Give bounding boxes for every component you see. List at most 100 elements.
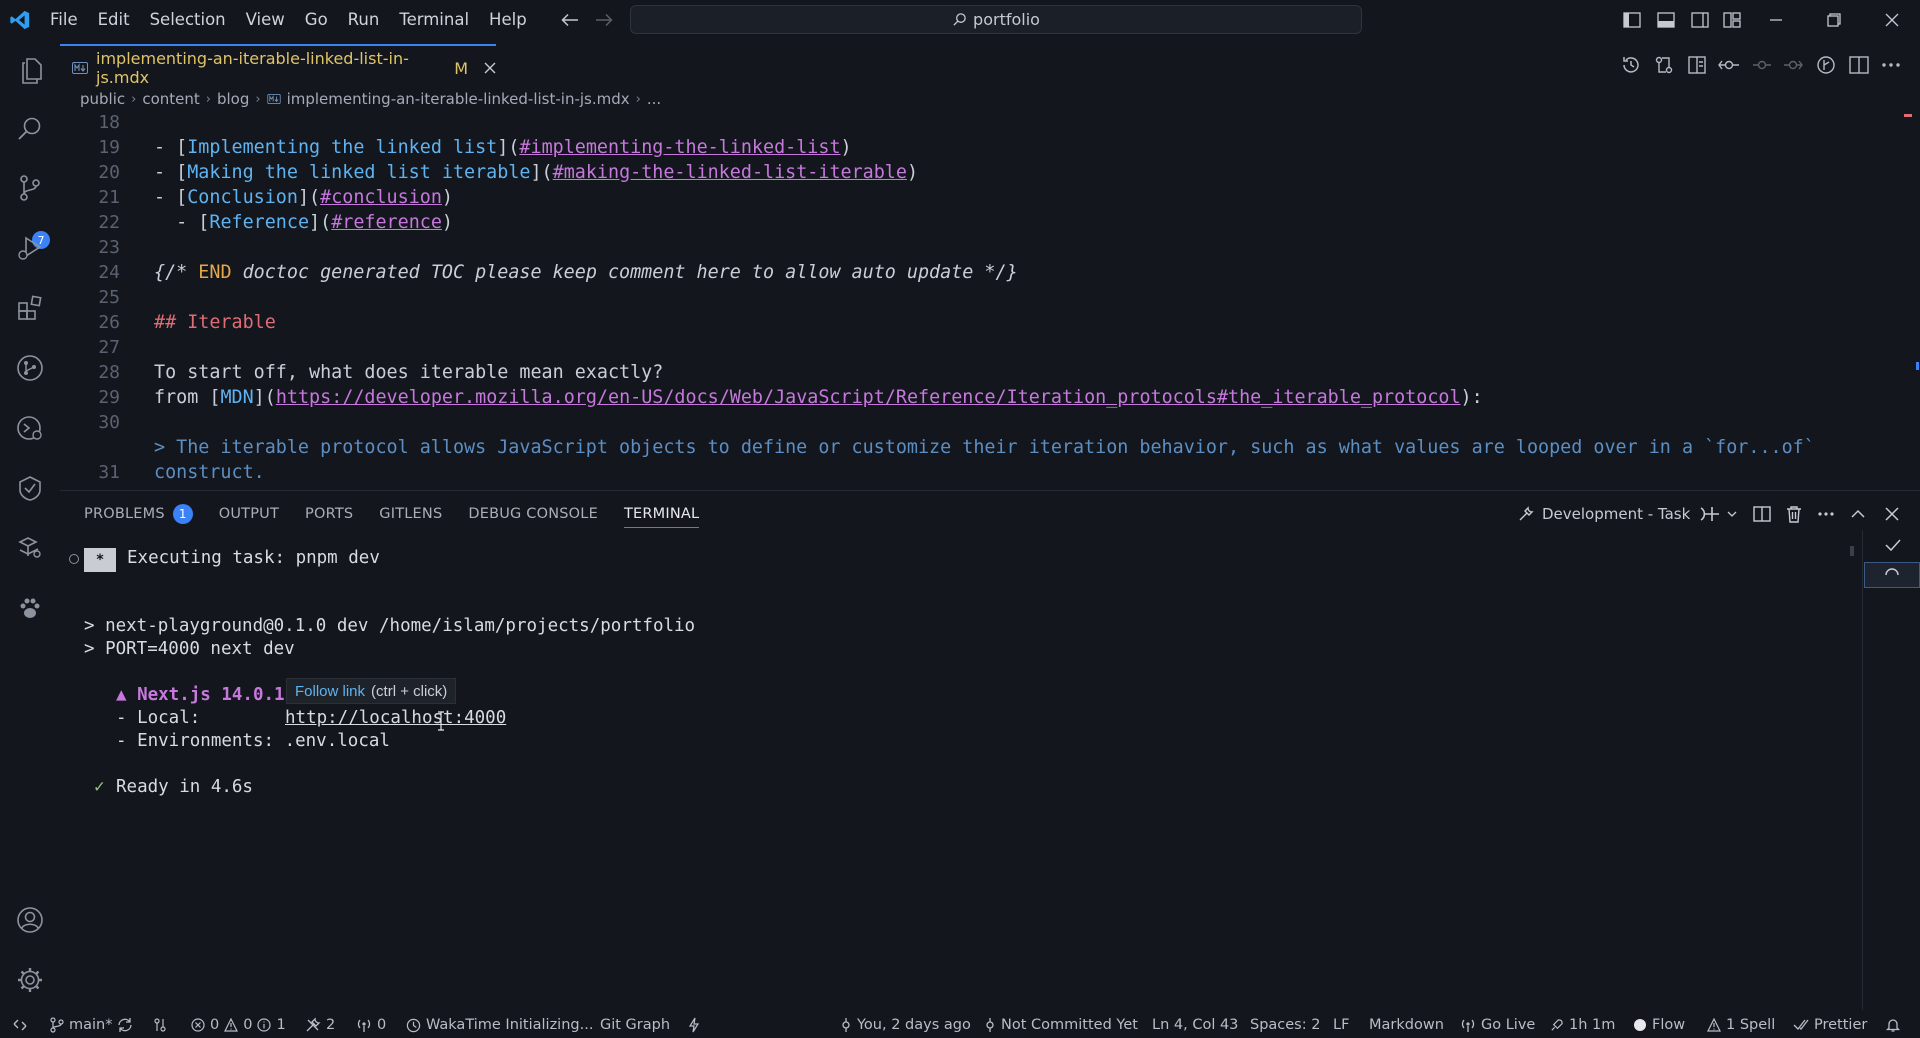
paw-icon[interactable]	[12, 590, 48, 626]
search-icon	[952, 12, 967, 27]
terminal-scrollbar[interactable]	[1850, 546, 1854, 556]
toggle-secondary-sidebar-icon[interactable]	[1688, 8, 1712, 32]
menu-view[interactable]: View	[236, 0, 295, 40]
live-share-icon[interactable]	[152, 1012, 168, 1038]
breadcrumb-file[interactable]: implementing-an-iterable-linked-list-in-…	[287, 90, 630, 108]
wakatime-status[interactable]: WakaTime Initializing...	[406, 1012, 593, 1038]
check-icon: ✓	[94, 777, 105, 797]
close-window-icon[interactable]	[1880, 8, 1904, 32]
panel-more-actions-icon[interactable]	[1814, 502, 1838, 526]
docker-icon[interactable]	[12, 530, 48, 566]
minimize-window-icon[interactable]	[1764, 8, 1788, 32]
indentation[interactable]: Spaces: 2	[1250, 1012, 1320, 1038]
cursor-position[interactable]: Ln 4, Col 43	[1152, 1012, 1238, 1038]
remote-indicator-icon[interactable]	[12, 1012, 28, 1038]
breadcrumb-content[interactable]: content	[142, 90, 199, 108]
gitlens-compare-icon[interactable]	[1716, 52, 1742, 78]
menu-edit[interactable]: Edit	[88, 0, 140, 40]
restore-window-icon[interactable]	[1822, 8, 1846, 32]
breadcrumb-public[interactable]: public	[80, 90, 125, 108]
branch-status[interactable]: main*	[50, 1012, 112, 1038]
line-number: 22	[98, 212, 120, 233]
tab-modified-indicator: M	[454, 58, 468, 78]
go-live-button[interactable]: Go Live	[1460, 1012, 1535, 1038]
menu-file[interactable]: File	[40, 0, 88, 40]
terminal-output[interactable]	[60, 540, 1860, 1010]
terminal-local-url-link[interactable]: http://localhost:4000	[285, 708, 506, 728]
terminal-nextjs-version: ▲ Next.js 14.0.1	[116, 685, 285, 705]
customize-layout-icon[interactable]	[1720, 8, 1744, 32]
menu-selection[interactable]: Selection	[140, 0, 236, 40]
time-tracker[interactable]: 1h 1m	[1549, 1012, 1615, 1038]
warning-count: 0	[243, 1017, 253, 1033]
remote-explorer-icon[interactable]	[12, 410, 48, 446]
tab-ports[interactable]: PORTS	[305, 500, 353, 528]
close-tab-icon[interactable]	[484, 62, 496, 74]
extensions-icon[interactable]	[12, 290, 48, 326]
settings-gear-icon[interactable]	[12, 962, 48, 998]
toggle-panel-icon[interactable]	[1654, 8, 1678, 32]
flow-status[interactable]: Flow	[1633, 1012, 1685, 1038]
account-icon[interactable]	[12, 902, 48, 938]
tab-output[interactable]: OUTPUT	[219, 500, 279, 528]
menu-run[interactable]: Run	[338, 0, 390, 40]
breadcrumb-symbol[interactable]: ...	[647, 90, 661, 108]
source-control-icon[interactable]	[12, 170, 48, 206]
toggle-primary-sidebar-icon[interactable]	[1620, 8, 1644, 32]
sync-icon[interactable]	[117, 1012, 133, 1038]
git-graph-status[interactable]: Git Graph	[600, 1012, 670, 1038]
terminal-command-line: > next-playground@0.1.0 dev /home/islam/…	[84, 616, 696, 636]
menu-terminal[interactable]: Terminal	[389, 0, 479, 40]
check-icon	[1885, 538, 1901, 552]
testing-icon[interactable]	[12, 470, 48, 506]
spell-check-status[interactable]: 1 Spell	[1707, 1012, 1775, 1038]
maximize-panel-chevron-up-icon[interactable]	[1846, 502, 1870, 526]
problems-status[interactable]: 0 0 1	[191, 1012, 286, 1038]
git-graph-icon[interactable]	[12, 350, 48, 386]
tab-problems[interactable]: PROBLEMS 1	[84, 500, 193, 528]
run-debug-icon[interactable]	[12, 230, 48, 266]
blame-status[interactable]: You, 2 days ago	[840, 1012, 971, 1038]
close-panel-icon[interactable]	[1880, 502, 1904, 526]
editor-tab-active[interactable]: implementing-an-iterable-linked-list-in-…	[60, 44, 496, 90]
split-terminal-icon[interactable]	[1750, 502, 1774, 526]
search-icon[interactable]	[12, 110, 48, 146]
command-decoration-icon[interactable]	[69, 554, 79, 564]
previous-change-icon[interactable]	[1749, 52, 1775, 78]
tab-debug-console[interactable]: DEBUG CONSOLE	[468, 500, 598, 528]
next-change-icon[interactable]	[1780, 52, 1806, 78]
menu-help[interactable]: Help	[479, 0, 537, 40]
tooltip-follow-link[interactable]: Follow link	[295, 683, 365, 700]
tools-status[interactable]: 2	[305, 1012, 335, 1038]
more-actions-icon[interactable]	[1878, 52, 1904, 78]
open-preview-icon[interactable]	[1684, 52, 1710, 78]
prettier-status[interactable]: Prettier	[1793, 1012, 1867, 1038]
lightning-icon[interactable]	[688, 1012, 700, 1038]
language-mode[interactable]: Markdown	[1369, 1012, 1444, 1038]
open-changes-icon[interactable]	[1651, 52, 1677, 78]
commit-status[interactable]: Not Committed Yet	[984, 1012, 1138, 1038]
notifications-bell-icon[interactable]	[1885, 1012, 1901, 1038]
code-line-19: - [Making the linked list iterable](#mak…	[154, 162, 919, 183]
breadcrumb-blog[interactable]: blog	[217, 90, 249, 108]
tools-icon	[305, 1017, 321, 1033]
forward-arrow-icon[interactable]	[590, 8, 618, 32]
command-center-search[interactable]: portfolio	[630, 5, 1362, 34]
explorer-icon[interactable]	[12, 53, 48, 89]
tab-terminal[interactable]: TERMINAL	[623, 500, 700, 528]
tab-gitlens[interactable]: GITLENS	[379, 500, 442, 528]
back-arrow-icon[interactable]	[556, 8, 584, 32]
timeline-history-icon[interactable]	[1618, 52, 1644, 78]
gitlens-inspect-icon[interactable]	[1813, 52, 1839, 78]
kill-terminal-trash-icon[interactable]	[1782, 502, 1806, 526]
terminal-task-selector[interactable]: Development - Task	[1518, 500, 1712, 528]
branch-name: main*	[69, 1017, 113, 1033]
ports-status[interactable]: 0	[356, 1012, 386, 1038]
menu-go[interactable]: Go	[295, 0, 338, 40]
split-editor-icon[interactable]	[1846, 52, 1872, 78]
end-of-line[interactable]: LF	[1333, 1012, 1349, 1038]
code-editor[interactable]: 18 - [Implementing the linked list](#imp…	[60, 110, 1905, 488]
terminal-dropdown-chevron-icon[interactable]	[1720, 502, 1744, 526]
code-line-21: - [Reference](#reference)	[154, 212, 453, 233]
problems-count-badge: 1	[172, 504, 193, 524]
